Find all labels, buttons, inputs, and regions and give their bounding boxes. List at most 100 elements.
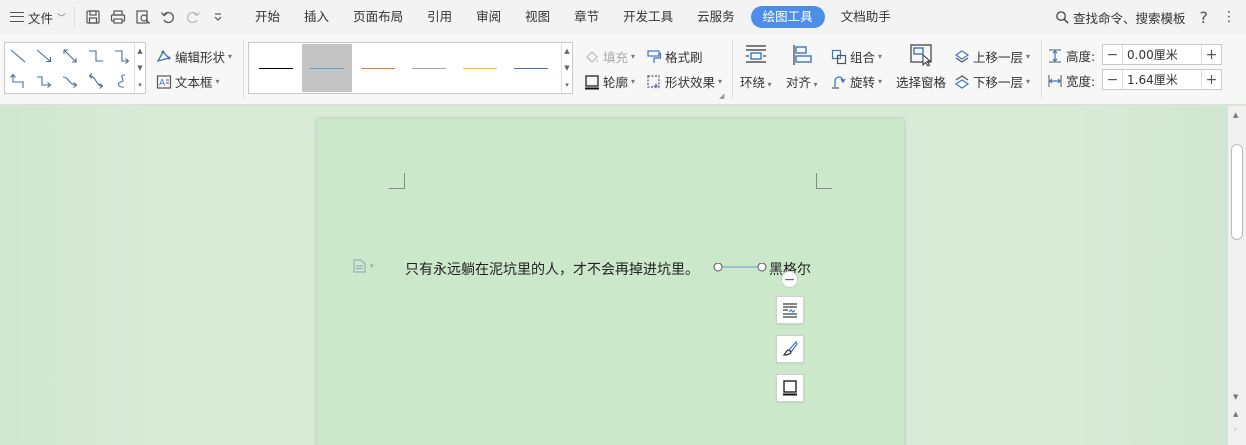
bring-forward-icon: [954, 49, 970, 63]
width-input[interactable]: [1123, 70, 1201, 89]
send-backward-button[interactable]: 下移一层 ▾: [954, 72, 1030, 91]
scroll-up-icon[interactable]: ▲: [564, 47, 569, 55]
scroll-down-icon[interactable]: ▼: [1233, 393, 1238, 401]
curved-connector-shape[interactable]: [31, 68, 57, 93]
line-style-gray[interactable]: [404, 44, 454, 92]
expand-gallery-icon[interactable]: ▾: [565, 81, 569, 89]
selected-line-shape[interactable]: [713, 263, 767, 277]
align-button[interactable]: 对齐 ▾: [786, 42, 818, 91]
elbow-double-arrow-shape[interactable]: [5, 68, 31, 93]
elbow-arrow-connector-shape[interactable]: [109, 43, 135, 68]
expand-gallery-icon[interactable]: ▾: [138, 81, 142, 89]
tab-doc-assistant[interactable]: 文档助手: [829, 6, 903, 28]
width-label: 宽度:: [1047, 71, 1095, 90]
height-icon: [1049, 49, 1061, 62]
width-label-text: 宽度:: [1066, 74, 1096, 89]
tab-home[interactable]: 开始: [243, 6, 292, 28]
shape-effects-icon: [647, 74, 660, 89]
height-input[interactable]: [1123, 45, 1201, 64]
line-gallery-scroll[interactable]: ▲ ▼ ▾: [561, 43, 572, 93]
margin-corner-marker: [389, 173, 405, 189]
print-icon[interactable]: [108, 8, 127, 27]
bring-forward-button[interactable]: 上移一层 ▾: [954, 47, 1030, 66]
shape-style-button[interactable]: [776, 335, 804, 363]
scroll-down-icon[interactable]: ▼: [564, 64, 569, 72]
select-browse-object-icon[interactable]: ◦: [1233, 426, 1237, 434]
command-search[interactable]: 查找命令、搜索模板: [1055, 8, 1186, 27]
scroll-down-icon[interactable]: ▼: [137, 64, 142, 72]
undo-icon[interactable]: [158, 8, 177, 27]
line-style-dark-blue[interactable]: [506, 44, 556, 92]
tab-view[interactable]: 视图: [513, 6, 562, 28]
group-button[interactable]: 组合 ▾: [831, 47, 882, 66]
double-arrow-line-shape[interactable]: [57, 43, 83, 68]
rotate-button[interactable]: 旋转 ▾: [831, 72, 882, 91]
outline-button[interactable]: 轮廓 ▾: [584, 72, 635, 91]
tab-drawing-tools[interactable]: 绘图工具: [750, 6, 825, 28]
help-button[interactable]: ?: [1196, 8, 1213, 27]
straight-line-shape[interactable]: [5, 43, 31, 68]
paint-bucket-icon: [586, 50, 598, 63]
curved-arrow-connector-shape[interactable]: [57, 68, 83, 93]
height-decrease-button[interactable]: −: [1103, 45, 1123, 64]
chevron-down-icon: ▾: [878, 52, 883, 61]
edit-shape-label: 编辑形状: [175, 50, 226, 65]
text-box-button[interactable]: A 文本框 ▾: [156, 72, 220, 91]
fill-button[interactable]: 填充 ▾: [584, 47, 635, 66]
line-sample: [310, 67, 344, 69]
scroll-up-icon[interactable]: ▲: [1233, 111, 1238, 119]
selection-pane-label: 选择窗格: [896, 75, 947, 90]
elbow-connector-shape[interactable]: [83, 43, 109, 68]
scrollbar-thumb[interactable]: [1231, 144, 1243, 240]
file-menu[interactable]: 文件 ﹀: [0, 0, 74, 34]
scroll-up-icon[interactable]: ▲: [137, 47, 142, 55]
chevron-down-icon: ▾: [631, 77, 636, 86]
arrow-line-shape[interactable]: [31, 43, 57, 68]
freeform-curve-shape[interactable]: [109, 68, 135, 93]
selection-pane-button[interactable]: 选择窗格: [896, 42, 946, 91]
customize-toolbar-icon[interactable]: [208, 8, 227, 27]
search-icon: [1056, 10, 1069, 24]
tab-review[interactable]: 审阅: [464, 6, 513, 28]
line-style-black[interactable]: [251, 44, 301, 92]
tab-developer[interactable]: 开发工具: [611, 6, 685, 28]
rotate-label: 旋转: [850, 75, 876, 90]
wrap-button[interactable]: 环绕 ▾: [740, 42, 772, 91]
format-painter-label: 格式刷: [665, 50, 703, 65]
tab-page-layout[interactable]: 页面布局: [341, 6, 415, 28]
tab-cloud-services[interactable]: 云服务: [685, 6, 747, 28]
collapse-toolbar-button[interactable]: −: [781, 271, 798, 288]
line-end-handle[interactable]: [757, 263, 767, 272]
curved-double-arrow-shape[interactable]: [83, 68, 109, 93]
print-preview-icon[interactable]: [133, 8, 152, 27]
line-start-handle[interactable]: [713, 263, 723, 272]
tab-sections[interactable]: 章节: [562, 6, 611, 28]
paragraph-handle[interactable]: ▾: [353, 259, 374, 273]
document-page[interactable]: ▾ 只有永远躺在泥坑里的人，才不会再掉进坑里。 黑格尔 −: [317, 119, 904, 445]
height-increase-button[interactable]: +: [1201, 45, 1221, 64]
dialog-launcher-icon[interactable]: ◢: [719, 92, 724, 100]
width-decrease-button[interactable]: −: [1103, 70, 1123, 89]
line-style-gold[interactable]: [455, 44, 505, 92]
height-label: 高度:: [1047, 46, 1095, 65]
line-style-orange[interactable]: [353, 44, 403, 92]
format-painter-button[interactable]: 格式刷: [646, 47, 703, 66]
outline-style-button[interactable]: [776, 374, 804, 402]
tab-insert[interactable]: 插入: [292, 6, 341, 28]
tab-references[interactable]: 引用: [415, 6, 464, 28]
shape-effects-button[interactable]: 形状效果 ▾: [646, 72, 722, 91]
edit-shape-icon: [156, 50, 171, 62]
save-icon[interactable]: [83, 8, 102, 27]
shape-gallery-scroll[interactable]: ▲ ▼ ▾: [134, 43, 145, 93]
layout-options-button[interactable]: [776, 296, 804, 324]
prev-page-icon[interactable]: ▲: [1233, 410, 1238, 418]
edit-shape-button[interactable]: 编辑形状 ▾: [156, 47, 232, 66]
line-style-blue[interactable]: [302, 44, 352, 92]
text-box-label: 文本框: [175, 75, 213, 90]
width-increase-button[interactable]: +: [1201, 70, 1221, 89]
group-label: 组合: [850, 50, 876, 65]
vertical-scrollbar[interactable]: ▲ ▼ ▲ ◦: [1227, 106, 1246, 445]
more-options-button[interactable]: ⋮: [1222, 9, 1236, 25]
redo-icon[interactable]: [183, 8, 202, 27]
quote-text[interactable]: 只有永远躺在泥坑里的人，才不会再掉进坑里。: [405, 259, 699, 279]
